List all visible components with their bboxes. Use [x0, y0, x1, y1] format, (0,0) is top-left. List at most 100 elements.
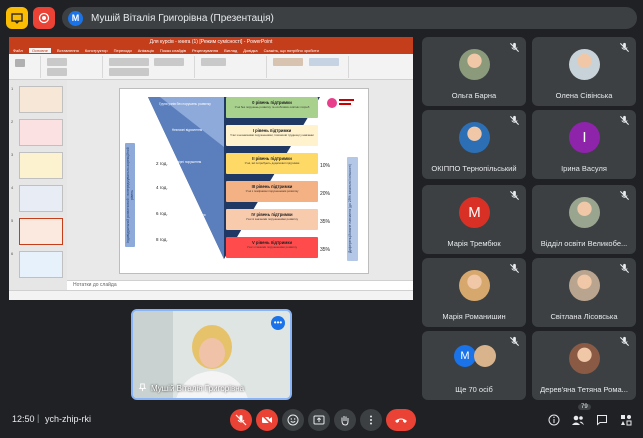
ppt-statusbar: [9, 290, 413, 300]
mic-off-icon: [619, 190, 630, 201]
hours-label: 2 год.: [156, 161, 168, 166]
chat-button[interactable]: [594, 412, 610, 428]
shared-screen: Для курсів - книга (1) [Режим сумісності…: [9, 37, 413, 300]
participant-name: Відділ освіти Великобе...: [540, 239, 628, 248]
ppt-tab[interactable]: Основне: [28, 47, 51, 53]
participant-avatar: [459, 270, 490, 301]
thumb-number: 3: [11, 152, 14, 157]
present-icon: [11, 13, 23, 24]
top-bar: M Мушій Віталія Григорівна (Презентація): [0, 0, 643, 34]
ppt-tab[interactable]: Рецензування: [192, 48, 218, 53]
presenter-avatar: M: [68, 10, 83, 26]
level-4: IV рівень підтримки Учні зі значними пору…: [226, 209, 318, 230]
ppt-tab[interactable]: Анімація: [138, 48, 154, 53]
level-1: I рівень підтримки Учні з незначними пору…: [226, 125, 318, 146]
reactions-button[interactable]: [282, 409, 304, 431]
participant-name: Ще 70 осіб: [455, 385, 493, 394]
thumb-number: 4: [11, 185, 14, 190]
participant-tile[interactable]: Олена Сівінська: [532, 37, 636, 106]
mic-off-icon: [509, 263, 520, 274]
ppt-tab[interactable]: Переходи: [114, 48, 132, 53]
percent-label: 10%: [320, 163, 331, 169]
clock: 12:50: [12, 414, 35, 424]
level-2: II рівень підтримки Учні, які потребують …: [226, 153, 318, 174]
mic-off-icon: [509, 42, 520, 53]
participant-name: Олена Сівінська: [555, 91, 613, 100]
leave-call-button[interactable]: [386, 409, 416, 431]
more-options-button[interactable]: [360, 409, 382, 431]
camera-toggle-button[interactable]: [256, 409, 278, 431]
ppt-tab[interactable]: Вигляд: [224, 48, 237, 53]
slide-thumbnail[interactable]: [19, 251, 63, 278]
people-button[interactable]: [570, 412, 586, 428]
meeting-details-button[interactable]: [546, 412, 562, 428]
mic-off-icon: [509, 115, 520, 126]
ppt-tab[interactable]: Файл: [13, 48, 23, 53]
participant-avatar: [569, 270, 600, 301]
info-icon: [548, 414, 560, 426]
participant-tile[interactable]: ОКІППО Тернопільський: [422, 110, 526, 179]
participant-tile[interactable]: Відділ освіти Великобе...: [532, 185, 636, 254]
slide-thumbnail[interactable]: [19, 119, 63, 146]
participant-name: Марія Романишин: [442, 312, 506, 321]
presenter-tile[interactable]: ••• Мушій Віталія Григорівна: [131, 309, 292, 400]
raise-hand-button[interactable]: [334, 409, 356, 431]
participant-name: Ірина Васуля: [561, 164, 607, 173]
thumb-number: 1: [11, 86, 14, 91]
participant-tile[interactable]: I Ірина Васуля: [532, 110, 636, 179]
slide-thumbnail[interactable]: [19, 152, 63, 179]
participant-tile[interactable]: Ольга Барна: [422, 37, 526, 106]
bottom-bar: 12:50 | ych-zhip-rki: [0, 400, 643, 438]
ppt-titlebar: Для курсів - книга (1) [Режим сумісності…: [9, 37, 413, 46]
hand-icon: [341, 416, 349, 426]
participant-avatar: [459, 122, 490, 153]
activities-icon: [621, 415, 632, 426]
more-vert-icon: [370, 415, 372, 425]
camera-off-icon: [261, 414, 273, 426]
record-icon: [38, 12, 50, 24]
ppt-tabs: Файл Основне Вставлення Конструктор Переходи…: [9, 46, 413, 54]
ppt-tab[interactable]: Довідка: [243, 48, 257, 53]
hang-up-icon: [395, 418, 407, 423]
hours-label: 6 год.: [156, 211, 168, 216]
presentation-title: Мушій Віталія Григорівна (Презентація): [91, 12, 274, 24]
thumb-number: 6: [11, 251, 14, 256]
slide-thumbnail[interactable]: [19, 86, 63, 113]
slide-thumbnail[interactable]: [19, 185, 63, 212]
present-hand-button[interactable]: [6, 7, 28, 29]
ppt-tab[interactable]: Вставлення: [57, 48, 79, 53]
ppt-tab[interactable]: Скажіть, що потрібно зробити: [264, 48, 319, 53]
participant-tile[interactable]: M Ще 70 осіб: [422, 331, 526, 400]
mic-toggle-button[interactable]: [230, 409, 252, 431]
slide-thumbnails: 1 2 3 4 5 6: [9, 80, 67, 290]
record-button[interactable]: [33, 7, 55, 29]
slide-logo-icon: [327, 98, 354, 108]
slide-thumbnail[interactable]: [19, 218, 63, 245]
more-options-icon[interactable]: •••: [271, 316, 285, 330]
people-count-badge: 79: [578, 404, 591, 410]
hours-label: 8 год.: [156, 237, 168, 242]
presentation-pill[interactable]: M Мушій Віталія Григорівна (Презентація): [62, 7, 637, 29]
percent-label: 35%: [320, 247, 331, 253]
participant-avatar: [459, 49, 490, 80]
side-right-box: Диференційоване навчання (до 25% загальн…: [347, 157, 358, 261]
activities-button[interactable]: [618, 412, 634, 428]
participant-tile[interactable]: M Марія Трембюк: [422, 185, 526, 254]
meeting-code: ych-zhip-rki: [45, 414, 92, 424]
participant-tile[interactable]: Світлана Лісовська: [532, 258, 636, 327]
notes-pane[interactable]: Нотатки до слайда: [67, 280, 413, 290]
percent-label: 35%: [320, 219, 331, 225]
mic-off-icon: [619, 115, 630, 126]
side-left-box: Індивідуальний розвитковий і попереджува…: [125, 143, 135, 247]
present-now-button[interactable]: [308, 409, 330, 431]
thumb-number: 5: [11, 218, 14, 223]
pin-icon[interactable]: [138, 383, 147, 392]
chat-icon: [597, 415, 607, 426]
ppt-tab[interactable]: Конструктор: [85, 48, 108, 53]
ppt-tab[interactable]: Показ слайдів: [160, 48, 186, 53]
participant-tile[interactable]: Дерев'яна Тетяна Рома...: [532, 331, 636, 400]
participant-tile[interactable]: Марія Романишин: [422, 258, 526, 327]
mic-off-icon: [619, 42, 630, 53]
participant-avatar: M: [454, 345, 476, 367]
people-icon: [572, 415, 584, 425]
